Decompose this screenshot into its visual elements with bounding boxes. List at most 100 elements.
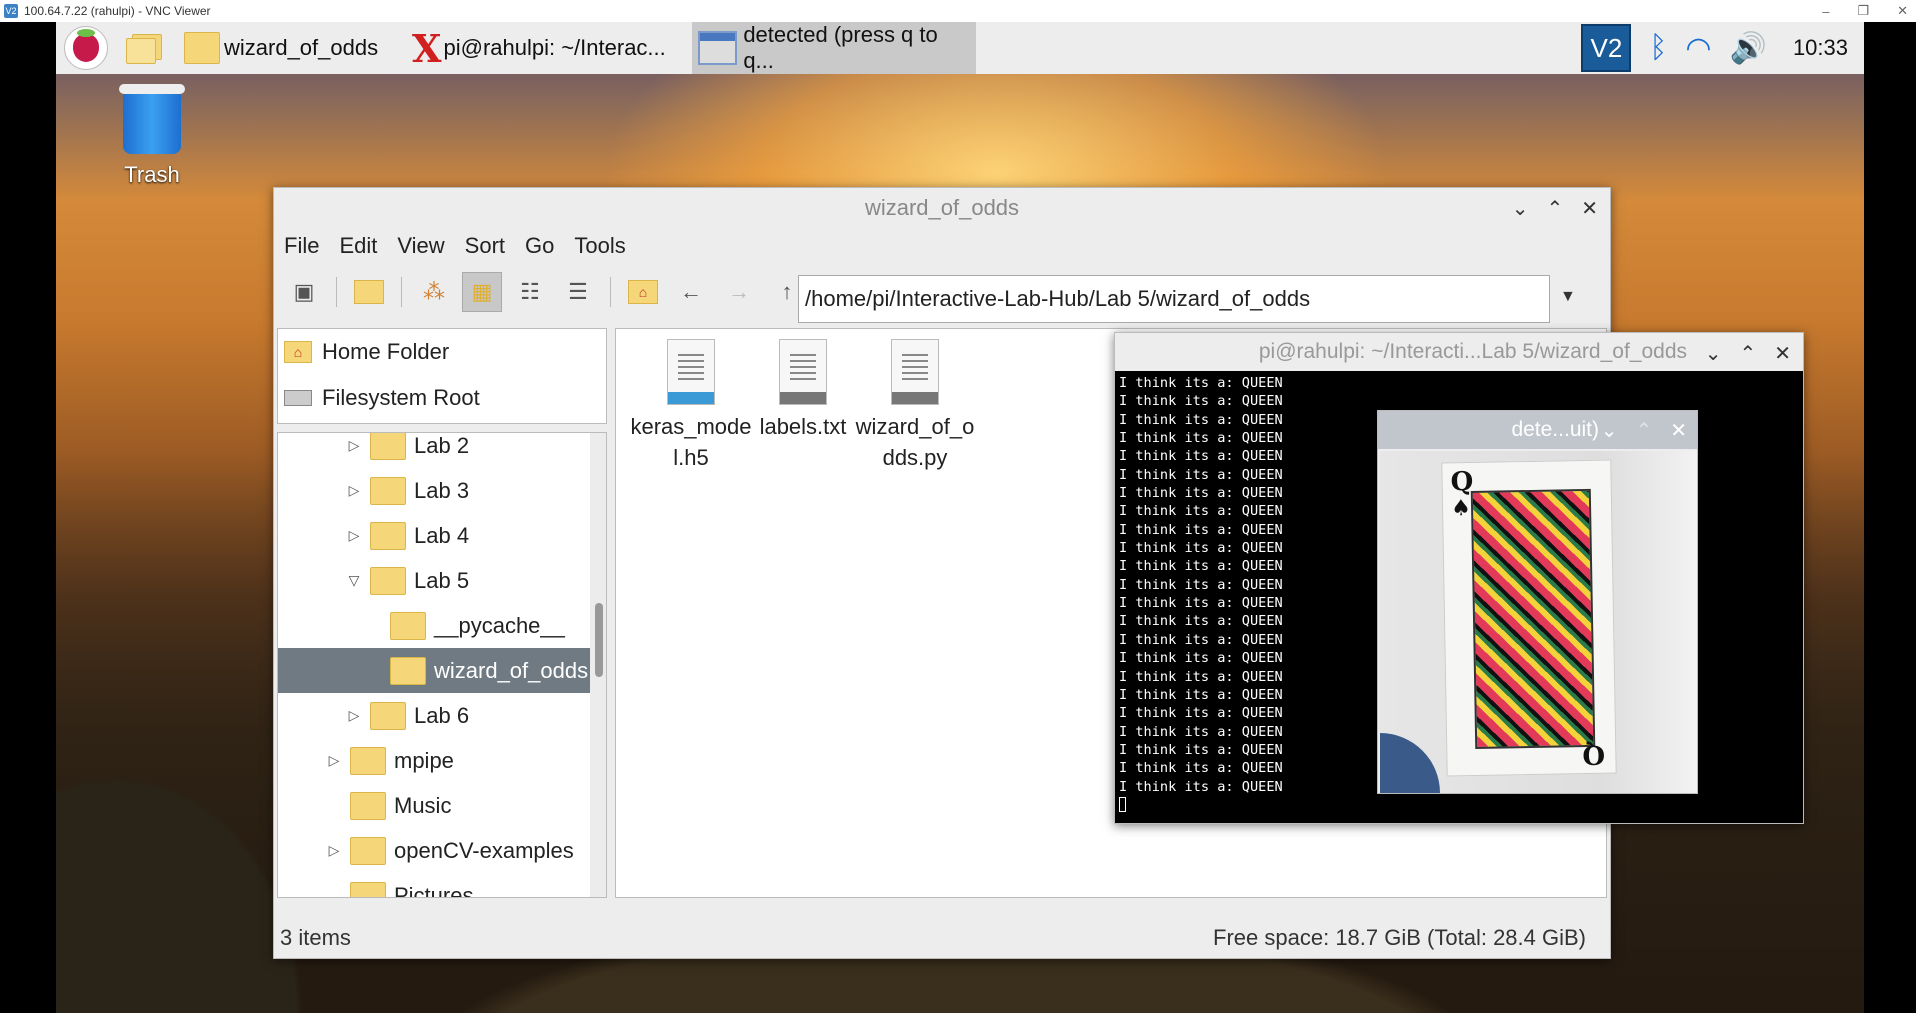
list-view-button[interactable]: ☰ bbox=[558, 272, 598, 312]
expander-icon[interactable]: ▷ bbox=[346, 707, 362, 724]
tree-item-label: Lab 4 bbox=[414, 522, 470, 548]
tree-item[interactable]: Music bbox=[278, 783, 590, 828]
status-bar: 3 items Free space: 18.7 GiB (Total: 28.… bbox=[274, 918, 1610, 958]
clock[interactable]: 10:33 bbox=[1793, 35, 1848, 61]
file-manager-titlebar[interactable]: wizard_of_odds ⌄ ⌃ ✕ bbox=[274, 188, 1610, 228]
menu-tools[interactable]: Tools bbox=[574, 233, 625, 259]
maximize-icon[interactable]: ⌃ bbox=[1546, 196, 1563, 221]
tree-item[interactable]: ▷ Lab 6 bbox=[278, 693, 590, 738]
raspberry-menu-button[interactable] bbox=[64, 26, 108, 70]
tree-item[interactable]: ▷ Lab 3 bbox=[278, 468, 590, 513]
background-object bbox=[1380, 733, 1440, 793]
tree-item[interactable]: ▽ Lab 5 bbox=[278, 558, 590, 603]
vnc-close-button[interactable]: ✕ bbox=[1897, 3, 1908, 19]
raspberry-icon bbox=[73, 29, 99, 62]
maximize-icon[interactable]: ⌃ bbox=[1635, 418, 1652, 443]
icon-view-thumbnails-button[interactable]: ⁂ bbox=[414, 272, 454, 312]
forward-arrow-icon[interactable]: → bbox=[719, 272, 759, 312]
tree-item[interactable]: Pictures bbox=[278, 873, 590, 897]
tree-item[interactable]: ▷ Lab 2 bbox=[278, 433, 590, 468]
tree-item[interactable]: ▷ openCV-examples bbox=[278, 828, 590, 873]
folder-icon bbox=[350, 791, 386, 820]
trash-label: Trash bbox=[124, 162, 180, 187]
menu-file[interactable]: File bbox=[284, 233, 319, 259]
minimize-icon[interactable]: ⌄ bbox=[1512, 196, 1529, 221]
terminal-line: I think its a: QUEEN bbox=[1119, 375, 1283, 391]
file-item[interactable]: labels.txt bbox=[738, 339, 868, 442]
folder-icon bbox=[350, 836, 386, 865]
menu-view[interactable]: View bbox=[397, 233, 444, 259]
task-wizard-of-odds[interactable]: wizard_of_odds bbox=[178, 22, 406, 74]
tree-scrollbar[interactable] bbox=[590, 433, 606, 897]
free-space: Free space: 18.7 GiB (Total: 28.4 GiB) bbox=[1213, 925, 1586, 950]
file-item[interactable]: keras_mode l.h5 bbox=[626, 339, 756, 473]
folder-icon bbox=[390, 656, 426, 685]
icon-view-button[interactable]: ▦ bbox=[462, 272, 502, 312]
menu-go[interactable]: Go bbox=[525, 233, 554, 259]
task-terminal[interactable]: X pi@rahulpi: ~/Interac... bbox=[406, 22, 692, 74]
camera-titlebar[interactable]: dete...uit) ⌄ ⌃ ✕ bbox=[1378, 411, 1697, 449]
folder-icon bbox=[350, 746, 386, 775]
expander-icon[interactable]: ▽ bbox=[346, 572, 362, 589]
terminal-titlebar[interactable]: pi@rahulpi: ~/Interacti...Lab 5/wizard_o… bbox=[1115, 333, 1803, 371]
expander-icon[interactable]: ▷ bbox=[346, 527, 362, 544]
scrollbar-thumb[interactable] bbox=[595, 603, 603, 677]
tree-item[interactable]: ▷ mpipe bbox=[278, 738, 590, 783]
window-title: dete...uit) bbox=[1511, 418, 1599, 441]
menu-sort[interactable]: Sort bbox=[465, 233, 505, 259]
folder-icon bbox=[370, 521, 406, 550]
trash-desktop-icon[interactable]: Trash bbox=[106, 84, 198, 188]
tree-item-label: __pycache__ bbox=[434, 612, 565, 638]
home-button[interactable]: ⌂ bbox=[623, 272, 663, 312]
expander-icon[interactable]: ▷ bbox=[346, 482, 362, 499]
vnc-restore-button[interactable]: ❐ bbox=[1857, 3, 1869, 19]
terminal-line: I think its a: QUEEN bbox=[1119, 393, 1283, 410]
trash-icon bbox=[119, 84, 185, 154]
item-count: 3 items bbox=[280, 925, 351, 950]
place-filesystem-root[interactable]: Filesystem Root bbox=[278, 375, 606, 421]
bluetooth-icon[interactable]: ᛒ bbox=[1649, 31, 1667, 65]
expander-icon[interactable]: ▷ bbox=[326, 842, 342, 859]
expander-icon[interactable]: ▷ bbox=[346, 437, 362, 454]
close-icon[interactable]: ✕ bbox=[1581, 196, 1598, 221]
window-icon bbox=[698, 31, 738, 65]
file-manager-launcher-icon[interactable] bbox=[126, 32, 166, 64]
vnc-logo-icon: V2 bbox=[4, 4, 18, 18]
camera-window: dete...uit) ⌄ ⌃ ✕ Q ♠ Q bbox=[1377, 410, 1698, 794]
playing-card: Q ♠ Q bbox=[1441, 459, 1617, 777]
terminal-cursor bbox=[1119, 797, 1126, 813]
maximize-icon[interactable]: ⌃ bbox=[1739, 341, 1756, 366]
back-arrow-icon[interactable]: ← bbox=[671, 272, 711, 312]
place-home-folder[interactable]: ⌂ Home Folder bbox=[278, 329, 606, 375]
folder-icon bbox=[370, 476, 406, 505]
desktop: wizard_of_odds X pi@rahulpi: ~/Interac..… bbox=[56, 22, 1864, 1013]
file-document-icon bbox=[779, 339, 827, 405]
file-item[interactable]: wizard_of_o dds.py bbox=[850, 339, 980, 473]
drive-icon bbox=[284, 390, 312, 406]
card-corner-rank: Q bbox=[1582, 738, 1606, 770]
vnc-title: 100.64.7.22 (rahulpi) - VNC Viewer bbox=[24, 4, 211, 18]
task-detected[interactable]: detected (press q to q... bbox=[692, 22, 976, 74]
path-input[interactable]: /home/pi/Interactive-Lab-Hub/Lab 5/wizar… bbox=[798, 275, 1550, 323]
new-window-button[interactable]: ▣ bbox=[284, 272, 324, 312]
tree-item-label: Lab 3 bbox=[414, 477, 470, 503]
tree-item[interactable]: wizard_of_odds bbox=[278, 648, 590, 693]
close-icon[interactable]: ✕ bbox=[1670, 418, 1687, 443]
expander-icon[interactable]: ▷ bbox=[326, 752, 342, 769]
tree-item[interactable]: __pycache__ bbox=[278, 603, 590, 648]
minimize-icon[interactable]: ⌄ bbox=[1705, 341, 1722, 366]
wifi-icon[interactable]: ◠ bbox=[1685, 31, 1711, 66]
path-dropdown-icon[interactable]: ▼ bbox=[1560, 288, 1576, 306]
taskbar: wizard_of_odds X pi@rahulpi: ~/Interac..… bbox=[56, 22, 1864, 74]
new-folder-button[interactable] bbox=[349, 272, 389, 312]
volume-icon[interactable]: 🔊 bbox=[1730, 31, 1767, 66]
tree-item[interactable]: ▷ Lab 4 bbox=[278, 513, 590, 558]
vnc-tray-icon[interactable]: V2 bbox=[1581, 24, 1632, 72]
menu-edit[interactable]: Edit bbox=[339, 233, 377, 259]
close-icon[interactable]: ✕ bbox=[1774, 341, 1791, 366]
compact-view-button[interactable]: ☷ bbox=[510, 272, 550, 312]
place-label: Filesystem Root bbox=[322, 385, 480, 410]
minimize-icon[interactable]: ⌄ bbox=[1601, 418, 1618, 443]
tree-item-label: openCV-examples bbox=[394, 837, 574, 863]
vnc-minimize-button[interactable]: – bbox=[1822, 4, 1829, 19]
